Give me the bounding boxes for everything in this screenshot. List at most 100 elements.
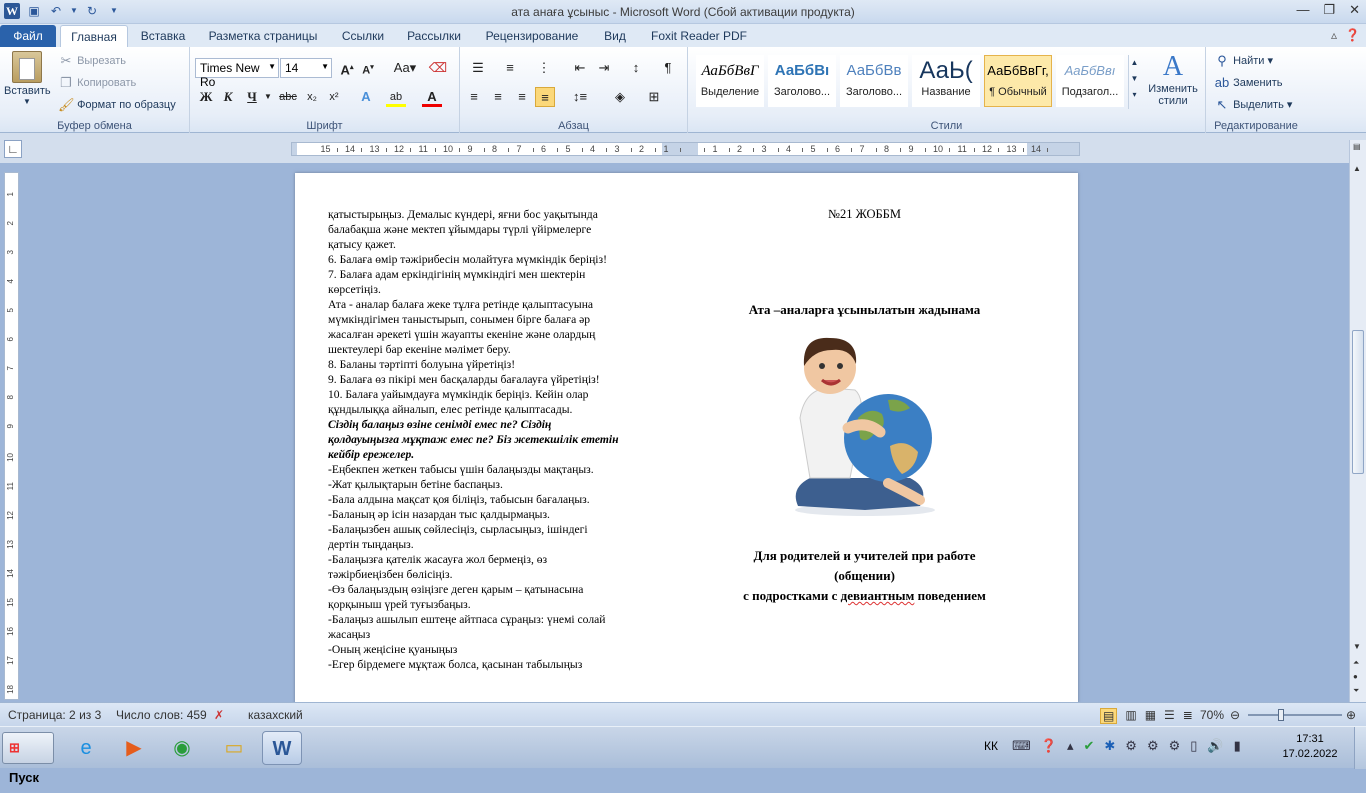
scroll-up-icon[interactable]: ▲ [1353, 164, 1361, 173]
scroll-thumb[interactable] [1352, 330, 1364, 474]
numbering-icon[interactable]: ≡ [500, 58, 520, 78]
replace-button[interactable]: ab Заменить [1214, 75, 1283, 91]
increase-indent-icon[interactable]: ⇥ [594, 58, 614, 78]
restore-icon[interactable]: ❐ [1323, 2, 1335, 18]
subscript-icon[interactable]: x₂ [302, 87, 322, 107]
chrome-icon[interactable]: ◉ [162, 731, 202, 765]
style-heading-1[interactable]: АаБбВı Заголово... [768, 55, 836, 107]
show-marks-icon[interactable]: ¶ [658, 58, 678, 78]
spellcheck-word[interactable]: девиантным [841, 588, 915, 603]
bluetooth-icon[interactable]: ✱ [1104, 738, 1115, 754]
bold-icon[interactable]: Ж [196, 87, 216, 107]
tray-expand-icon[interactable]: ▴ [1067, 738, 1074, 754]
bullets-icon[interactable]: ☰ [468, 58, 488, 78]
shrink-font-icon[interactable]: A▾ [358, 58, 378, 78]
paste-button[interactable]: Вставить ▼ [4, 51, 51, 106]
copy-button[interactable]: ❐ Копировать [58, 75, 136, 91]
multilevel-list-icon[interactable]: ⋮ [534, 58, 554, 78]
word-count[interactable]: Число слов: 459 [116, 708, 207, 722]
style-normal[interactable]: АаБбВвГг, ¶ Обычный [984, 55, 1052, 107]
change-case-icon[interactable]: Aa▾ [390, 58, 420, 78]
print-layout-icon[interactable]: ▤ [1100, 708, 1118, 724]
tab-page-layout[interactable]: Разметка страницы [200, 27, 326, 47]
network-icon[interactable]: ⚙ [1125, 738, 1137, 754]
media-player-icon[interactable]: ▶ [114, 731, 154, 765]
justify-icon[interactable]: ≡ [535, 87, 555, 107]
vertical-scrollbar[interactable]: ▤ ▲ ▼ ⏶ ● ⏷ [1349, 140, 1366, 702]
tab-mailings[interactable]: Рассылки [400, 27, 468, 47]
align-right-icon[interactable]: ≡ [512, 87, 532, 107]
next-page-icon[interactable]: ⏷ [1353, 686, 1359, 696]
style-title[interactable]: АаЬ(Название [912, 55, 980, 107]
grow-font-icon[interactable]: A▴ [337, 58, 357, 78]
app-tray-icon[interactable]: ⚙ [1169, 738, 1181, 754]
align-center-icon[interactable]: ≡ [488, 87, 508, 107]
start-button[interactable]: ⊞ Пуск [2, 732, 54, 785]
word-taskbar-icon[interactable]: W [262, 731, 302, 765]
zoom-level[interactable]: 70% [1200, 708, 1224, 722]
tab-view[interactable]: Вид [596, 27, 634, 47]
minimize-icon[interactable]: — [1296, 2, 1309, 18]
tab-selector[interactable]: ∟ [4, 140, 22, 158]
internet-explorer-icon[interactable]: e [66, 731, 106, 765]
tab-home[interactable]: Главная [60, 25, 128, 48]
close-icon[interactable]: ✕ [1349, 2, 1360, 18]
minimize-ribbon-icon[interactable]: ▵ [1331, 28, 1337, 42]
change-styles-button[interactable]: A Изменить стили [1144, 51, 1202, 107]
help-icon[interactable]: ❓ [1345, 28, 1360, 42]
language-indicator[interactable]: казахский [248, 708, 303, 722]
signal-icon[interactable]: ▮ [1234, 738, 1241, 754]
clock[interactable]: 17:31 17.02.2022 [1280, 732, 1340, 762]
full-screen-reading-icon[interactable]: ▥ [1125, 708, 1136, 724]
horizontal-ruler[interactable]: 15 14 13 12 11 10 9 8 7 6 5 4 3 2 1 1 2 3 4 5 6 7 8 9 10 11 12 13 14 [291, 142, 1080, 156]
sort-icon[interactable]: ↕ [626, 58, 646, 78]
styles-scroll[interactable]: ▲ ▼ ▾ [1128, 55, 1140, 109]
zoom-in-icon[interactable]: ⊕ [1346, 708, 1356, 722]
browse-object-icon[interactable]: ● [1353, 672, 1358, 681]
file-explorer-icon[interactable]: ▭ [214, 731, 254, 765]
left-column[interactable]: қатыстырыңыз. Демалыс күндері, яғни бос … [328, 207, 668, 672]
strikethrough-icon[interactable]: abc [278, 87, 298, 107]
style-emphasis[interactable]: АаБбВвГ Выделение [696, 55, 764, 107]
security-icon[interactable]: ✔ [1083, 738, 1094, 754]
zoom-out-icon[interactable]: ⊖ [1230, 708, 1240, 722]
clear-formatting-icon[interactable]: ⌫ [428, 58, 448, 78]
underline-dropdown-icon[interactable]: ▼ [258, 87, 278, 107]
device-icon[interactable]: ⚙ [1147, 738, 1159, 754]
decrease-indent-icon[interactable]: ⇤ [570, 58, 590, 78]
borders-icon[interactable]: ⊞ [644, 87, 664, 107]
select-button[interactable]: ↖ Выделить ▾ [1214, 97, 1293, 113]
web-layout-icon[interactable]: ▦ [1145, 708, 1156, 724]
tab-review[interactable]: Рецензирование [476, 27, 588, 47]
font-name-combo[interactable]: Times New Ro ▼ [195, 58, 279, 89]
align-left-icon[interactable]: ≡ [464, 87, 484, 107]
zoom-slider[interactable] [1248, 709, 1342, 721]
style-subtitle[interactable]: АаБбВвı Подзагол... [1056, 55, 1124, 107]
scroll-down-icon[interactable]: ▼ [1353, 642, 1361, 651]
ruler-toggle-icon[interactable]: ▤ [1353, 142, 1361, 151]
page-indicator[interactable]: Страница: 2 из 3 [8, 708, 101, 722]
show-desktop-button[interactable] [1354, 727, 1366, 769]
keyboard-icon[interactable]: ⌨ [1012, 738, 1031, 754]
outline-icon[interactable]: ☰ [1164, 708, 1175, 724]
draft-icon[interactable]: ≣ [1183, 708, 1193, 724]
highlight-icon[interactable]: ab [386, 87, 406, 107]
format-painter-button[interactable]: 🖌 Формат по образцу [58, 97, 176, 113]
tab-foxit[interactable]: Foxit Reader PDF [644, 27, 754, 47]
input-language[interactable]: КК [984, 739, 998, 753]
help-tray-icon[interactable]: ❓ [1041, 738, 1057, 754]
vertical-ruler[interactable]: 1 2 3 4 5 6 7 8 9 10 11 12 13 14 15 16 17 18 [4, 172, 19, 700]
tab-insert[interactable]: Вставка [134, 27, 192, 47]
volume-icon[interactable]: 🔊 [1207, 738, 1223, 754]
text-effects-icon[interactable]: A [356, 87, 376, 107]
font-size-combo[interactable]: 14 ▼ [280, 58, 332, 78]
battery-icon[interactable]: ▯ [1190, 738, 1197, 754]
line-spacing-icon[interactable]: ↕≡ [570, 87, 590, 107]
font-color-icon[interactable]: A [422, 87, 442, 107]
style-heading-2[interactable]: АаБбВв Заголово... [840, 55, 908, 107]
find-button[interactable]: ⚲ Найти ▾ [1214, 53, 1273, 69]
superscript-icon[interactable]: x² [324, 87, 344, 107]
proofing-icon[interactable]: ✗ [214, 708, 224, 722]
cut-button[interactable]: ✂ Вырезать [58, 53, 126, 69]
tab-file[interactable]: Файл [0, 25, 56, 47]
